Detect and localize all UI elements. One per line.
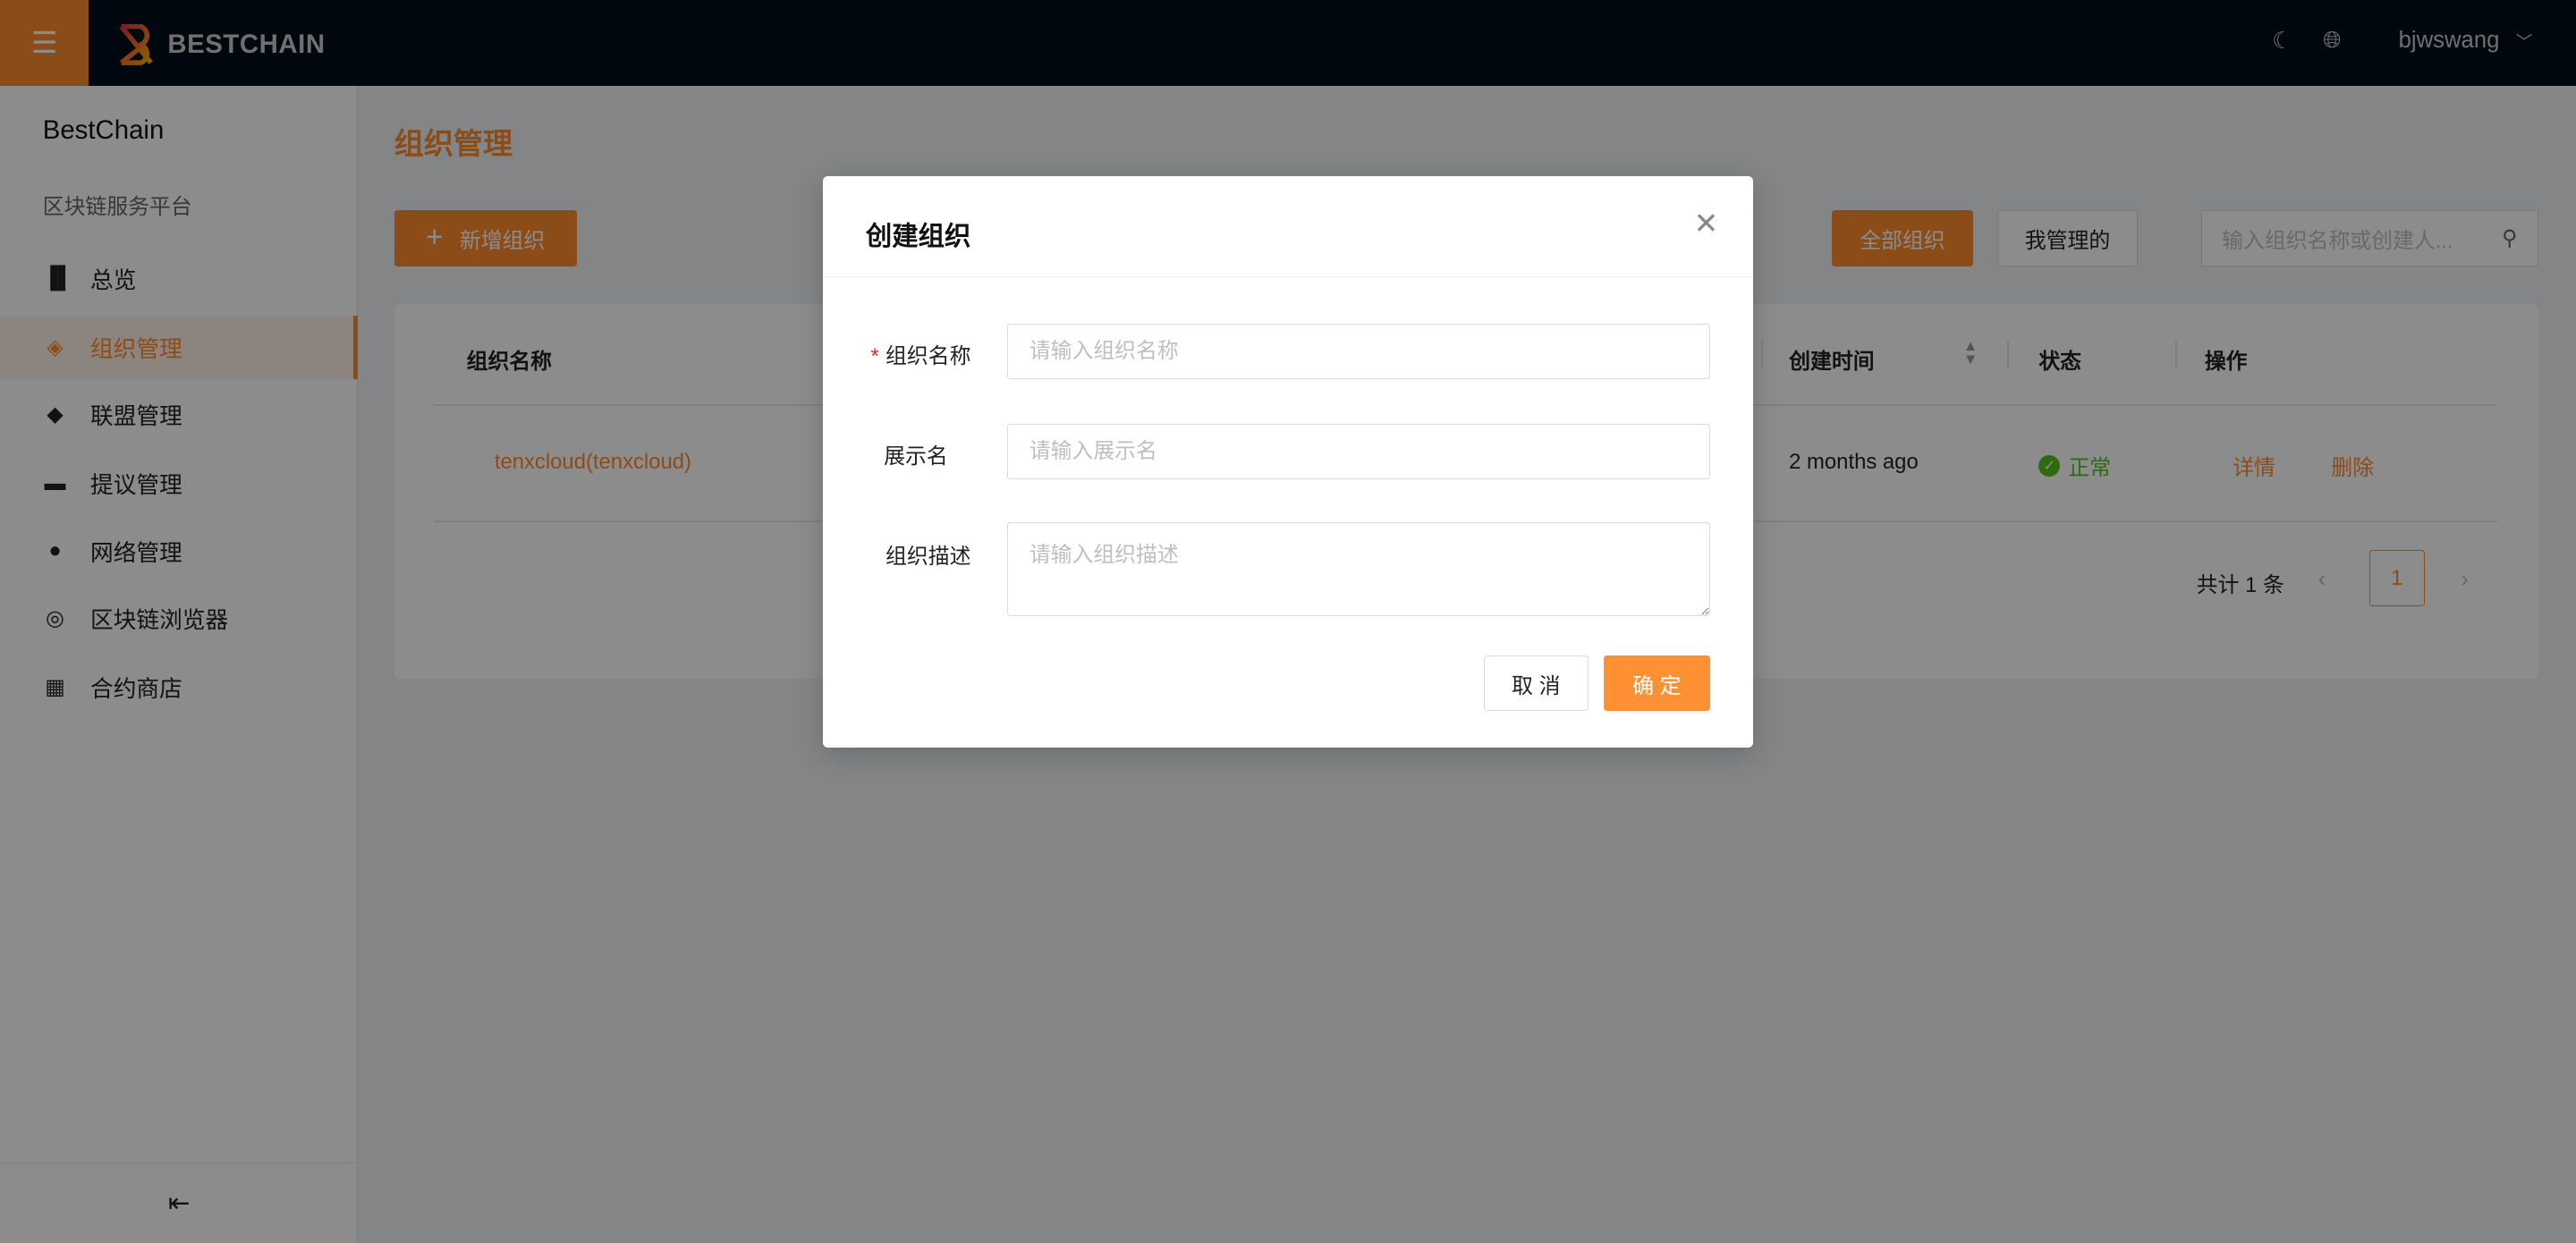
field-label-display-name: 展示名 (884, 444, 948, 469)
close-icon[interactable]: ✕ (1694, 206, 1719, 241)
create-organization-dialog: 创建组织 ✕ * 组织名称 展示名 组织描述 取 消 确 定 (823, 175, 1753, 748)
description-textarea[interactable] (1006, 522, 1710, 616)
display-name-input[interactable] (1006, 423, 1710, 480)
field-label-org-name: * 组织名称 (823, 338, 970, 369)
cancel-button[interactable]: 取 消 (1483, 655, 1589, 712)
label-text: 组织名称 (886, 344, 971, 369)
org-name-input[interactable] (1006, 323, 1710, 380)
field-label-description: 组织描述 (886, 545, 971, 570)
confirm-button[interactable]: 确 定 (1603, 655, 1710, 712)
divider (823, 275, 1753, 278)
required-asterisk: * (870, 344, 879, 369)
dialog-title: 创建组织 (865, 221, 971, 251)
